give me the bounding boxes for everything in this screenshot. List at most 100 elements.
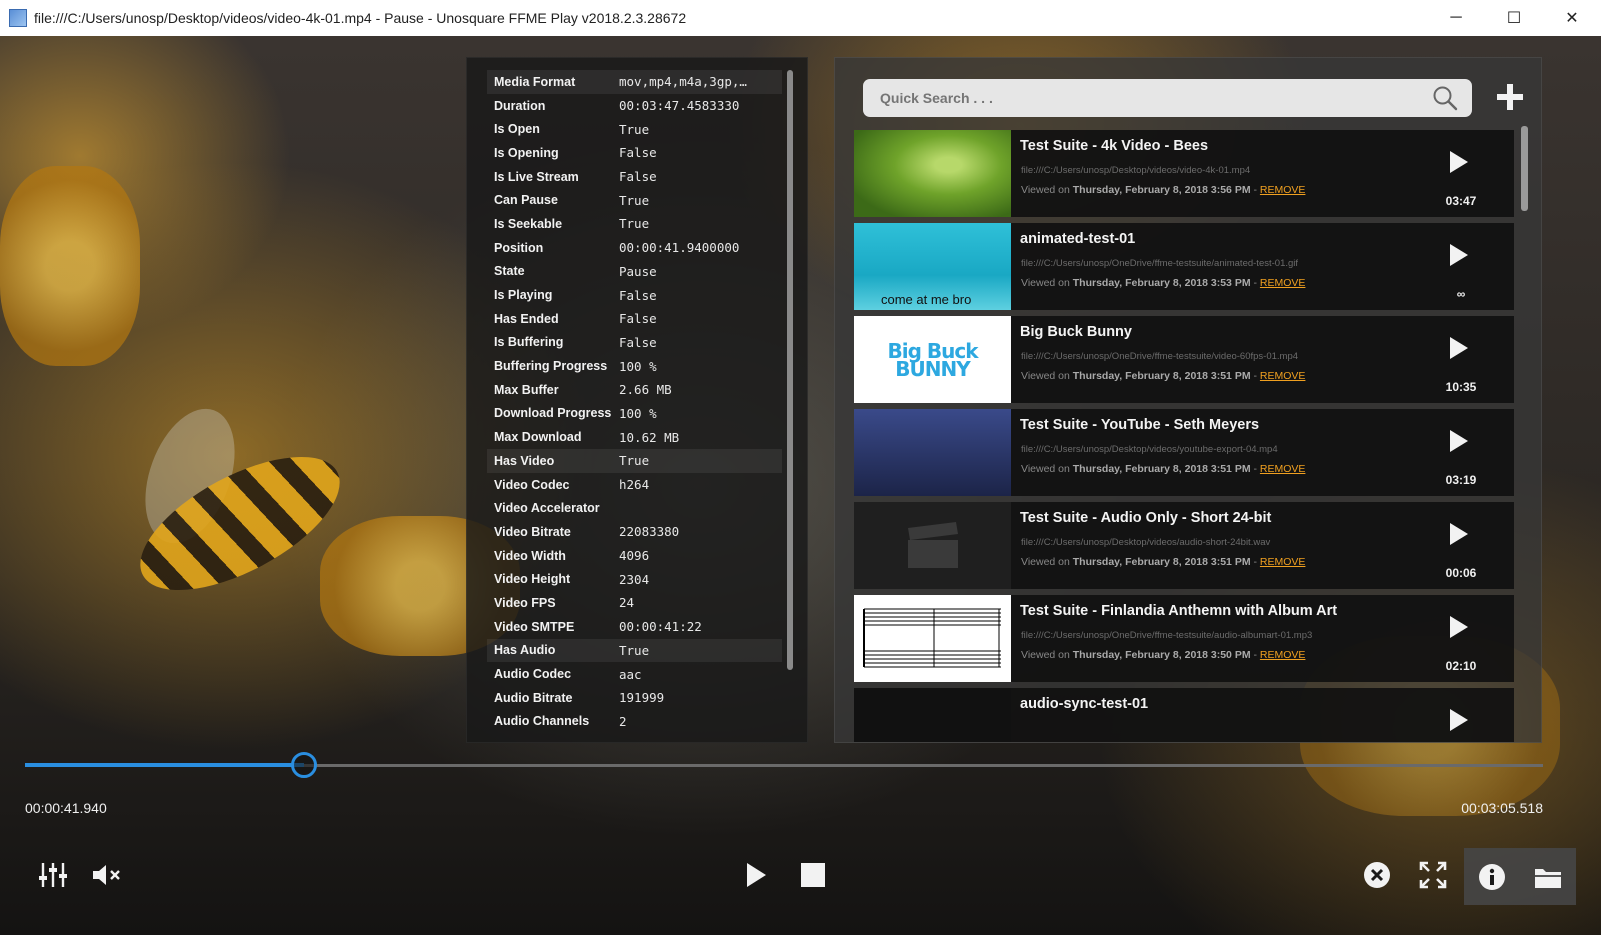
media-info-key: Video Width [494, 548, 566, 563]
info-icon [1479, 863, 1505, 890]
playlist-item[interactable]: come at me bro animated-test-01 file:///C:… [854, 223, 1514, 310]
stop-icon [801, 863, 825, 887]
media-info-row: Media Format mov,mp4,m4a,3gp,… [487, 70, 782, 94]
media-info-row: Is Opening False [487, 141, 782, 165]
media-info-value: False [619, 287, 657, 303]
open-folder-icon [1535, 868, 1561, 888]
play-item-icon[interactable] [1448, 335, 1470, 361]
media-info-value: 100 % [619, 358, 657, 374]
remove-link[interactable]: REMOVE [1260, 649, 1306, 661]
media-info-key: Duration [494, 98, 546, 113]
maximize-button[interactable]: ☐ [1485, 0, 1543, 36]
remove-link[interactable]: REMOVE [1260, 556, 1306, 568]
play-item-icon[interactable] [1448, 428, 1470, 454]
remaining-time: 00:03:05.518 [1461, 800, 1543, 816]
playlist-thumbnail [854, 409, 1011, 496]
close-media-button[interactable] [1358, 856, 1396, 894]
media-info-key: Can Pause [494, 193, 558, 208]
media-info-row: Max Buffer 2.66 MB [487, 378, 782, 402]
remove-link[interactable]: REMOVE [1260, 463, 1306, 475]
media-info-key: Has Video [494, 453, 555, 468]
media-info-row: Download Progress 100 % [487, 402, 782, 426]
playlist-item[interactable]: audio-sync-test-01 [854, 688, 1514, 742]
viewed-prefix: Viewed on [1021, 184, 1073, 196]
media-info-row: Is Open True [487, 117, 782, 141]
play-item-icon[interactable] [1448, 242, 1470, 268]
media-info-row: Has Audio True [487, 638, 782, 663]
open-playlist-button[interactable] [1520, 848, 1576, 905]
quick-search-input[interactable] [863, 90, 1403, 106]
media-info-key: Audio Bitrate [494, 690, 573, 705]
media-info-row: Audio Channels 2 [487, 710, 782, 734]
playlist-scrollbar[interactable] [1521, 126, 1528, 211]
mute-button[interactable] [88, 856, 126, 894]
equalizer-button[interactable] [34, 856, 72, 894]
close-window-button[interactable]: ✕ [1543, 0, 1601, 36]
media-info-value: aac [619, 666, 642, 682]
playlist-item[interactable]: Test Suite - 4k Video - Bees file:///C:/U… [854, 130, 1514, 217]
playlist-item-title: Test Suite - 4k Video - Bees [1020, 138, 1209, 154]
playlist-thumbnail [854, 502, 1011, 589]
media-info-value: 00:00:41.9400000 [619, 240, 740, 256]
play-item-icon[interactable] [1448, 521, 1470, 547]
media-info-row: Video FPS 24 [487, 591, 782, 615]
stop-button[interactable] [793, 855, 833, 895]
remove-link[interactable]: REMOVE [1260, 277, 1306, 289]
media-info-row: Duration 00:03:47.4583330 [487, 94, 782, 118]
clapperboard-icon [907, 521, 958, 568]
remove-link[interactable]: REMOVE [1260, 184, 1306, 196]
honeycomb-shape [0, 166, 140, 366]
playlist-item-duration: 00:06 [1445, 566, 1477, 580]
playlist-thumbnail [854, 688, 1011, 742]
playlist-item[interactable]: Test Suite - Finlandia Anthemn with Albu… [854, 595, 1514, 682]
viewed-separator: - [1250, 649, 1260, 661]
media-info-key: Audio Channels [494, 714, 590, 729]
fullscreen-icon [1419, 861, 1447, 889]
media-info-row: Can Pause True [487, 188, 782, 212]
media-info-key: Max Buffer [494, 382, 559, 397]
media-info-row: Video Codec h264 [487, 473, 782, 497]
playlist-item-path: file:///C:/Users/unosp/Desktop/videos/vi… [1021, 165, 1251, 176]
add-icon[interactable] [1495, 82, 1525, 112]
media-info-value: False [619, 145, 657, 161]
playlist-thumbnail [854, 595, 1011, 682]
viewed-date: Thursday, February 8, 2018 3:51 PM [1072, 463, 1251, 475]
fullscreen-button[interactable] [1414, 856, 1452, 894]
play-item-icon[interactable] [1448, 614, 1470, 640]
media-info-row: Has Ended False [487, 307, 782, 331]
media-info-row: Video Width 4096 [487, 544, 782, 568]
media-info-row: Audio Bitrate 191999 [487, 686, 782, 710]
playlist-item[interactable]: Test Suite - Audio Only - Short 24-bit fi… [854, 502, 1514, 589]
play-button[interactable] [736, 855, 776, 895]
media-info-key: Is Live Stream [494, 169, 579, 184]
minimize-button[interactable]: ─ [1427, 0, 1485, 36]
window-title: file:///C:/Users/unosp/Desktop/videos/vi… [34, 10, 687, 26]
search-icon[interactable] [1432, 85, 1458, 111]
play-icon [747, 863, 766, 887]
playlist-item-path: file:///C:/Users/unosp/Desktop/videos/au… [1021, 537, 1271, 548]
info-toggle-button[interactable] [1464, 848, 1520, 905]
remove-link[interactable]: REMOVE [1260, 370, 1306, 382]
info-scrollbar[interactable] [787, 70, 793, 670]
playlist-panel: Test Suite - 4k Video - Bees file:///C:/U… [834, 57, 1542, 743]
viewed-separator: - [1250, 556, 1260, 568]
viewed-separator: - [1250, 370, 1260, 382]
media-info-row: Is Buffering False [487, 331, 782, 355]
media-info-key: Video SMTPE [494, 619, 575, 634]
thumbnail-caption: come at me bro [881, 292, 972, 307]
play-item-icon[interactable] [1448, 149, 1470, 175]
media-info-value: 24 [619, 595, 635, 611]
playlist-thumbnail: come at me bro [854, 223, 1011, 310]
playlist-item[interactable]: Test Suite - YouTube - Seth Meyers file:/… [854, 409, 1514, 496]
media-info-value: False [619, 334, 657, 350]
playlist-item-path: file:///C:/Users/unosp/OneDrive/ffme-tes… [1021, 258, 1299, 269]
media-info-row: State Pause [487, 260, 782, 284]
viewed-prefix: Viewed on [1021, 649, 1073, 661]
playlist-item[interactable]: Big Buck BUNNY Big Buck Bunny file:///C:/U… [854, 316, 1514, 403]
play-item-icon[interactable] [1448, 707, 1470, 733]
media-info-value: 22083380 [619, 524, 680, 540]
media-info-key: Is Opening [494, 145, 559, 160]
playlist-item-title: Big Buck Bunny [1020, 324, 1132, 340]
media-info-key: Buffering Progress [494, 359, 608, 374]
media-info-key: Position [494, 240, 544, 255]
